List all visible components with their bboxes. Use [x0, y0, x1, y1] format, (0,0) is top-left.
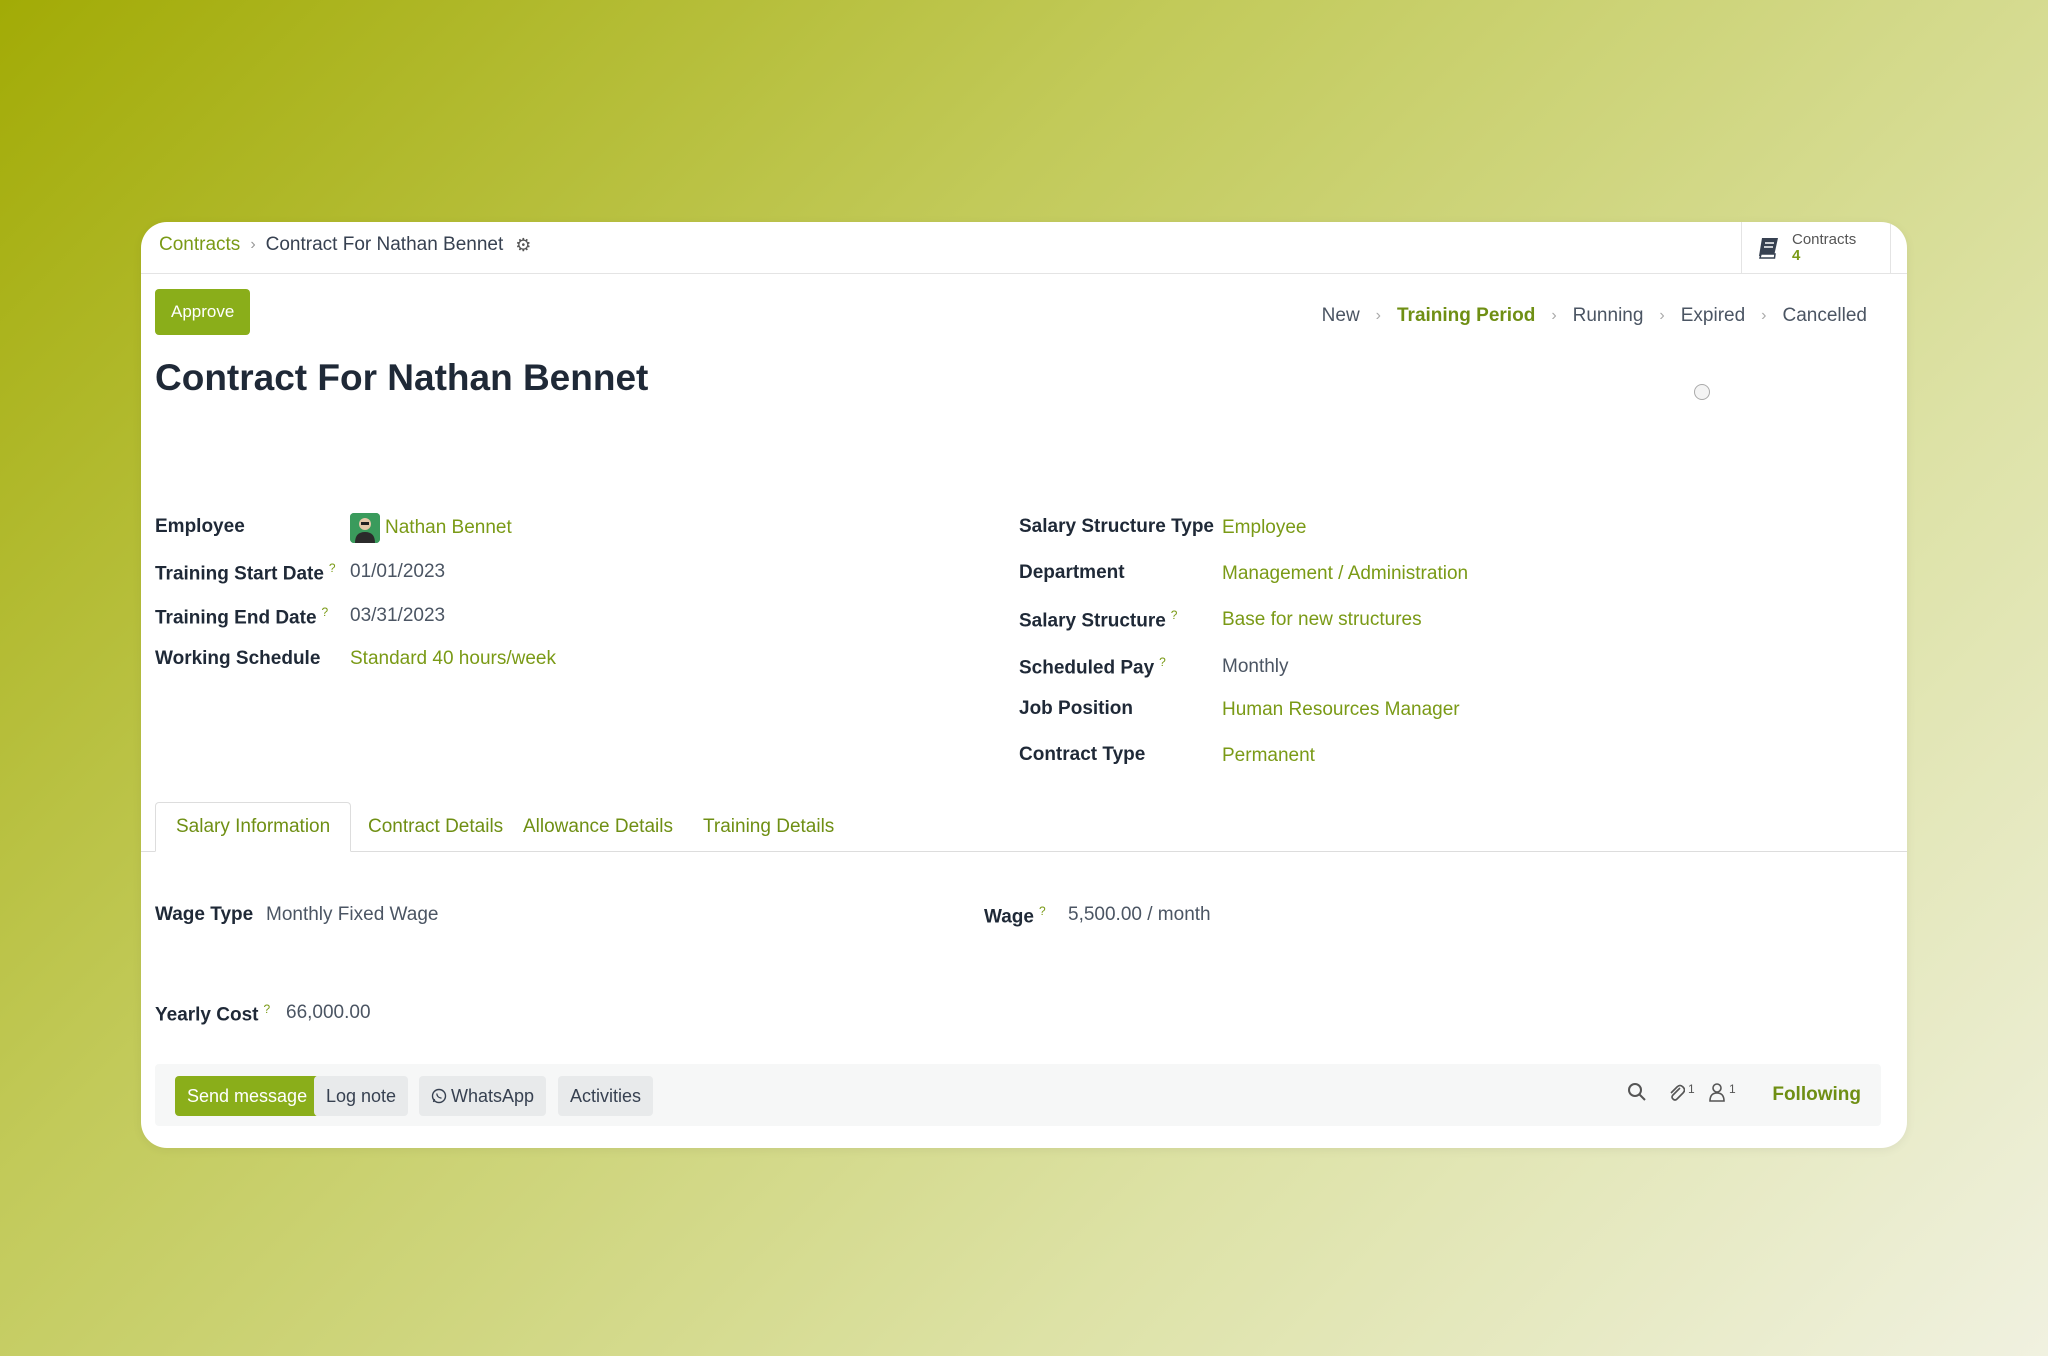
chevron-right-icon: › [1761, 307, 1767, 324]
contract-form-card: Contracts › Contract For Nathan Bennet ⚙… [141, 222, 1907, 1148]
yearly-cost-field: 66,000.00 [286, 1002, 371, 1023]
yearly-cost-label: Yearly Cost? [155, 1002, 271, 1026]
scheduled-pay-label: Scheduled Pay? [1019, 655, 1166, 679]
training-end-label: Training End Date? [155, 605, 329, 629]
whatsapp-icon [431, 1088, 447, 1104]
wage-unit: / month [1147, 904, 1211, 925]
contract-type-field[interactable]: Permanent [1222, 745, 1315, 767]
salary-structure-type-field[interactable]: Employee [1222, 517, 1307, 539]
user-icon [1709, 1083, 1725, 1102]
attachment-button[interactable]: 1 [1667, 1082, 1695, 1102]
salary-structure-label: Salary Structure? [1019, 608, 1178, 632]
stage-training-period[interactable]: Training Period [1397, 305, 1535, 327]
page-title: Contract For Nathan Bennet [155, 357, 649, 398]
tab-training-details[interactable]: Training Details [683, 802, 854, 852]
job-position-label: Job Position [1019, 698, 1133, 719]
followers-count: 1 [1729, 1082, 1736, 1096]
stage-cancelled[interactable]: Cancelled [1783, 305, 1868, 327]
tab-salary-information[interactable]: Salary Information [155, 802, 352, 852]
department-label: Department [1019, 562, 1125, 583]
stage-running[interactable]: Running [1573, 305, 1644, 327]
breadcrumb-current: Contract For Nathan Bennet [265, 234, 504, 255]
chatter-toolbar: Send message Log note WhatsApp Activitie… [155, 1064, 1881, 1126]
working-schedule-label: Working Schedule [155, 648, 321, 669]
wage-type-field[interactable]: Monthly Fixed Wage [266, 904, 438, 926]
followers-button[interactable]: 1 [1708, 1082, 1736, 1102]
approve-button[interactable]: Approve [155, 289, 251, 335]
contract-type-label: Contract Type [1019, 744, 1146, 765]
smart-button-label: Contracts [1792, 231, 1857, 248]
log-note-button[interactable]: Log note [314, 1076, 409, 1116]
attachments-count: 1 [1688, 1082, 1695, 1096]
training-start-label: Training Start Date? [155, 561, 336, 585]
breadcrumb-contracts-link[interactable]: Contracts [159, 234, 240, 256]
working-schedule-field[interactable]: Standard 40 hours/week [350, 648, 556, 670]
stage-new[interactable]: New [1322, 305, 1360, 327]
help-icon[interactable]: ? [329, 561, 336, 575]
breadcrumb: Contracts › Contract For Nathan Bennet ⚙ [159, 234, 531, 256]
help-icon[interactable]: ? [322, 605, 329, 619]
avatar [350, 513, 380, 543]
chevron-right-icon: › [250, 236, 256, 253]
salary-structure-type-label: Salary Structure Type [1019, 516, 1215, 537]
paperclip-icon [1670, 1084, 1685, 1101]
help-icon[interactable]: ? [1039, 904, 1046, 918]
smart-button-count: 4 [1792, 247, 1801, 264]
chevron-right-icon: › [1375, 307, 1381, 324]
following-button[interactable]: Following [1772, 1084, 1861, 1106]
wage-label: Wage? [984, 904, 1046, 928]
control-panel: Contracts › Contract For Nathan Bennet ⚙… [141, 222, 1907, 274]
activities-button[interactable]: Activities [558, 1076, 654, 1116]
scheduled-pay-field[interactable]: Monthly [1222, 656, 1289, 678]
help-icon[interactable]: ? [1159, 655, 1166, 669]
notebook-tabs: Salary Information Contract Details Allo… [141, 802, 1907, 852]
person-icon [350, 513, 380, 543]
job-position-field[interactable]: Human Resources Manager [1222, 699, 1460, 721]
department-field[interactable]: Management / Administration [1222, 563, 1468, 585]
training-end-field[interactable]: 03/31/2023 [350, 605, 445, 627]
contracts-smart-button[interactable]: Contracts 4 [1741, 222, 1891, 274]
whatsapp-button[interactable]: WhatsApp [419, 1076, 547, 1116]
book-icon [1759, 238, 1778, 259]
employee-label: Employee [155, 516, 245, 537]
help-icon[interactable]: ? [1171, 608, 1178, 622]
employee-field[interactable]: Nathan Bennet [385, 517, 512, 539]
stage-expired[interactable]: Expired [1681, 305, 1745, 327]
training-start-field[interactable]: 01/01/2023 [350, 561, 445, 583]
chevron-right-icon: › [1551, 307, 1557, 324]
send-message-button[interactable]: Send message [175, 1076, 320, 1116]
gear-icon[interactable]: ⚙ [515, 235, 531, 256]
tab-allowance-details[interactable]: Allowance Details [503, 802, 693, 852]
tab-contract-details[interactable]: Contract Details [348, 802, 523, 852]
chevron-right-icon: › [1659, 307, 1665, 324]
status-radio[interactable] [1694, 384, 1710, 400]
help-icon[interactable]: ? [264, 1002, 271, 1016]
salary-structure-field[interactable]: Base for new structures [1222, 609, 1422, 631]
search-icon[interactable] [1627, 1082, 1647, 1102]
wage-type-label: Wage Type [155, 904, 254, 925]
wage-field[interactable]: 5,500.00 / month [1068, 904, 1211, 926]
status-bar: New › Training Period › Running › Expire… [1322, 305, 1867, 327]
